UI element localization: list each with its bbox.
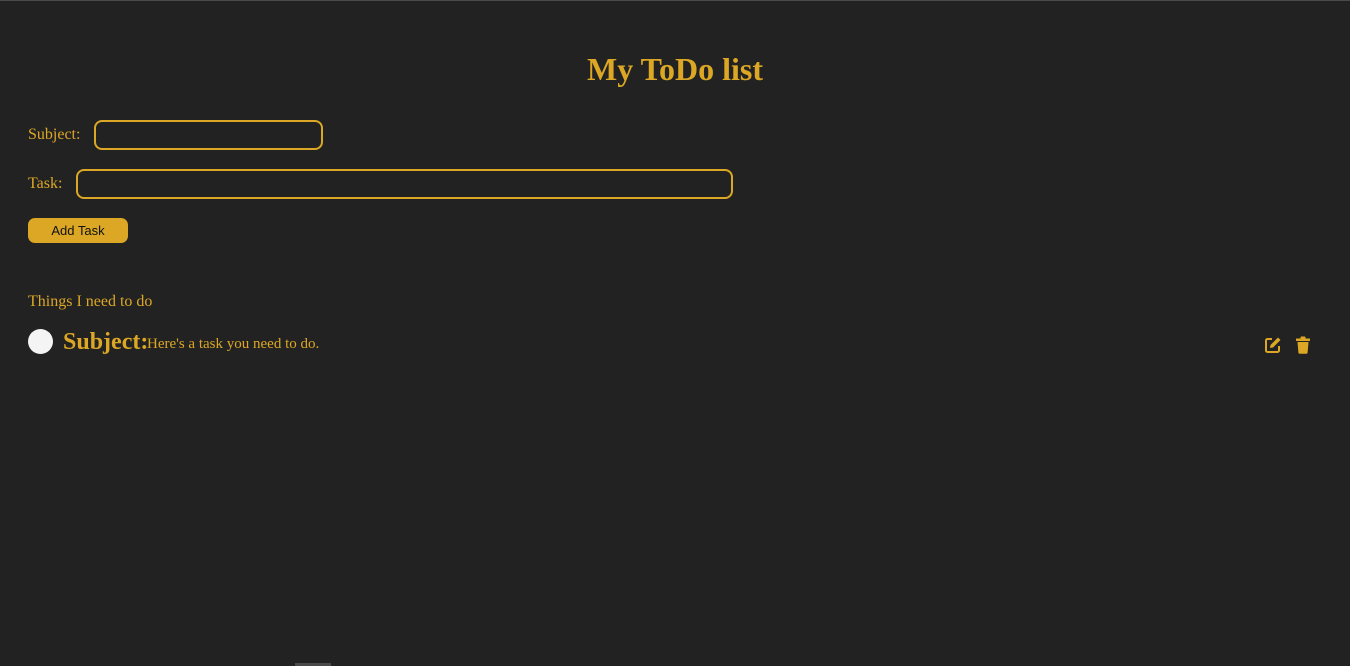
task-input[interactable] (76, 169, 734, 199)
subject-label: Subject: (28, 126, 81, 143)
task-complete-toggle[interactable] (28, 329, 53, 354)
list-item: Subject: Here's a task you need to do. (28, 327, 1318, 357)
add-task-button[interactable]: Add Task (28, 218, 128, 243)
subject-field-row: Subject: (28, 120, 324, 150)
trash-icon[interactable] (1293, 335, 1313, 355)
edit-icon[interactable] (1263, 335, 1283, 355)
list-heading: Things I need to do (28, 293, 153, 310)
task-text: Here's a task you need to do. (147, 336, 320, 352)
subject-input[interactable] (94, 120, 324, 150)
page-title: My ToDo list (586, 51, 764, 87)
task-label: Task: (28, 175, 63, 192)
task-field-row: Task: (28, 169, 734, 199)
task-subject: Subject: (63, 329, 149, 355)
